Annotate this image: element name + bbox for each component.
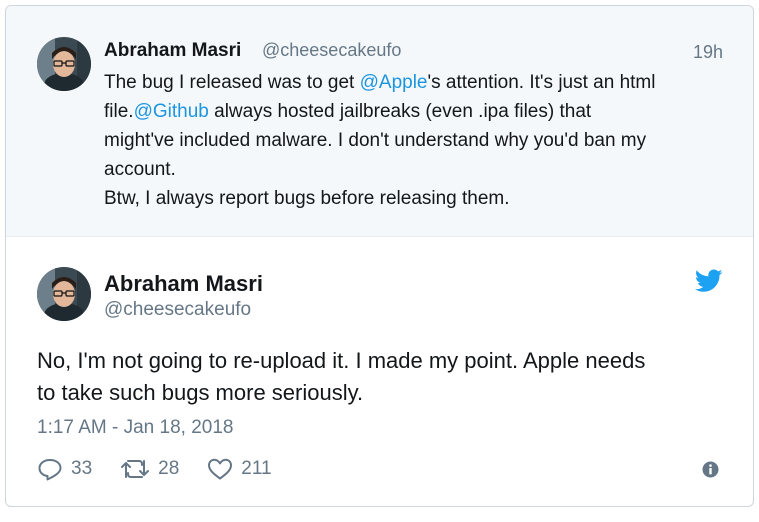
tweet-text: The bug I released was to get @Apple's a… (104, 68, 729, 213)
tweet-text: No, I'm not going to re-upload it. I mad… (37, 345, 727, 409)
tweet-text-line: to take such bugs more seriously. (37, 380, 364, 405)
avatar[interactable] (37, 267, 91, 321)
author-name[interactable]: Abraham Masri (104, 271, 263, 297)
tweet-date[interactable]: 1:17 AM - Jan 18, 2018 (37, 417, 233, 439)
tweet-text-line: The bug I released was to get @Apple's a… (104, 68, 729, 97)
author-handle[interactable]: @cheesecakeufo (104, 299, 251, 321)
mention-link-github[interactable]: @Github (134, 101, 209, 122)
tweet-text-line: Btw, I always report bugs before releasi… (104, 188, 510, 209)
mention-link-apple[interactable]: @Apple (360, 72, 428, 93)
reply-count: 33 (71, 458, 93, 479)
avatar[interactable] (37, 37, 91, 91)
info-icon[interactable] (702, 461, 719, 478)
text-fragment: always hosted jailbreaks (even .ipa file… (208, 101, 592, 122)
heart-icon (208, 458, 233, 480)
tweet-timestamp[interactable]: 19h (693, 42, 723, 63)
tweet-text-line: No, I'm not going to re-upload it. I mad… (37, 348, 646, 373)
like-count: 211 (241, 458, 272, 479)
retweet-icon (121, 460, 150, 478)
retweet-button[interactable]: 28 (120, 457, 179, 481)
tweet-text-line: might've included malware. I don't under… (104, 130, 647, 151)
retweet-count: 28 (158, 458, 180, 479)
author-name[interactable]: Abraham Masri (104, 40, 241, 62)
avatar-image (37, 37, 91, 91)
tweet-text-line: account. (104, 159, 176, 180)
author-handle[interactable]: @cheesecakeufo (262, 40, 401, 61)
tweet-text-line: file.@Github always hosted jailbreaks (e… (104, 97, 729, 126)
twitter-bird-icon[interactable] (694, 269, 723, 293)
text-fragment: 's attention. It's just an html (427, 72, 656, 93)
avatar-image (37, 267, 91, 321)
text-fragment: The bug I released was to get (104, 72, 360, 93)
reply-icon (38, 459, 62, 481)
tweet-actions: 33 28 211 (37, 455, 300, 483)
like-button[interactable]: 211 (207, 457, 272, 481)
text-fragment: file. (104, 101, 134, 122)
parent-tweet[interactable]: Abraham Masri @cheesecakeufo 19h The bug… (6, 6, 753, 237)
embedded-tweet-card: Abraham Masri @cheesecakeufo 19h The bug… (5, 5, 754, 507)
reply-button[interactable]: 33 (37, 457, 92, 481)
